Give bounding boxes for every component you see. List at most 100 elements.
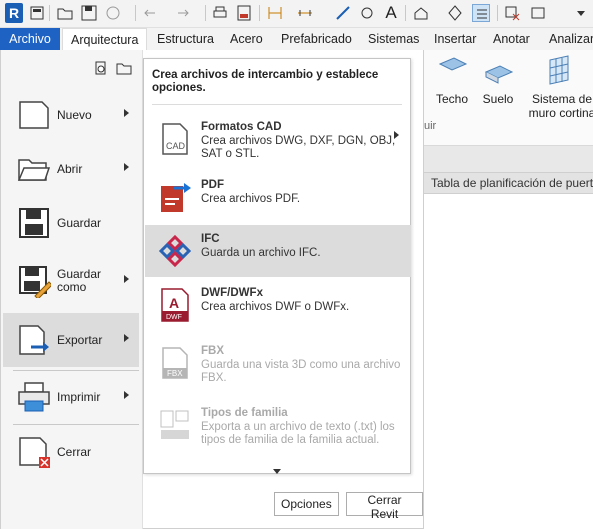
submenu-item-desc: Guarda una vista 3D como una archivo FBX… — [201, 359, 401, 384]
recent-documents-icon[interactable] — [93, 60, 109, 76]
close-hidden-icon[interactable] — [503, 4, 521, 22]
chevron-right-icon — [124, 391, 129, 399]
menu-item-nuevo[interactable]: Nuevo — [3, 88, 139, 142]
svg-text:CAD: CAD — [166, 141, 186, 151]
submenu-item-desc: Exporta a un archivo de texto (.txt) los… — [201, 421, 395, 446]
menu-label: Exportar — [57, 332, 103, 347]
svg-text:FBX: FBX — [167, 369, 183, 378]
submenu-item-title: PDF — [201, 179, 224, 191]
measure-icon[interactable] — [266, 4, 284, 22]
submenu-item-title: DWF/DWFx — [201, 287, 263, 299]
menu-label: Cerrar — [57, 444, 92, 459]
3d-view-icon[interactable] — [412, 4, 430, 22]
dimension-icon[interactable] — [296, 4, 314, 22]
tab-analizar[interactable]: Analizar — [549, 28, 593, 50]
align-icon[interactable] — [334, 4, 352, 22]
submenu-divider — [152, 104, 402, 105]
submenu-item-dwf[interactable]: A DWF DWF/DWFx Crea archivos DWF o DWFx. — [145, 279, 411, 331]
pdf-icon — [158, 180, 192, 214]
submenu-item-title: FBX — [201, 345, 224, 357]
svg-text:DWF: DWF — [166, 314, 182, 321]
menu-label: Nuevo — [57, 107, 92, 122]
schedule-view-tab[interactable]: Tabla de planificación de puertas — [424, 172, 593, 194]
cad-icon: CAD — [158, 122, 192, 156]
section-icon[interactable] — [446, 4, 464, 22]
undo-icon[interactable] — [141, 4, 159, 22]
tab-arquitectura[interactable]: Arquitectura — [62, 28, 148, 50]
ifc-icon — [158, 234, 192, 268]
submenu-item-fbx[interactable]: FBX FBX Guarda una vista 3D como una arc… — [145, 337, 411, 389]
submenu-item-title: Formatos CAD — [201, 121, 282, 133]
submenu-item-desc: Crea archivos PDF. — [201, 193, 301, 205]
open-icon[interactable] — [56, 4, 74, 22]
menu-item-guardar-como[interactable]: Guardar como — [3, 254, 139, 308]
view-area-strip — [424, 146, 593, 172]
floor-button[interactable]: Suelo — [480, 54, 516, 106]
ribbon-panel-label: uir — [424, 120, 437, 132]
revit-logo[interactable]: R — [5, 3, 23, 23]
ceiling-icon — [436, 54, 468, 86]
menu-label: Guardar como — [57, 254, 101, 308]
app-menu-left-pane: Nuevo Abrir Guardar Guardar como Exportar… — [1, 50, 143, 529]
export-icon — [17, 323, 51, 357]
chevron-right-icon — [124, 334, 129, 342]
menu-item-cerrar[interactable]: Cerrar — [3, 425, 139, 479]
submenu-item-family-types[interactable]: Tipos de familia Exporta a un archivo de… — [145, 399, 411, 451]
redo-icon[interactable] — [174, 4, 192, 22]
application-menu: Nuevo Abrir Guardar Guardar como Exportar… — [0, 50, 424, 529]
submenu-item-cad-formats[interactable]: CAD Formatos CAD Crea archivos DWG, DXF,… — [145, 113, 411, 165]
menu-item-guardar[interactable]: Guardar — [3, 196, 139, 250]
ribbon-panel: Techo Suelo Sistema de muro cortina — [424, 50, 593, 146]
scroll-down-icon[interactable] — [273, 469, 281, 474]
tab-acero[interactable]: Acero — [230, 28, 263, 50]
chevron-right-icon — [124, 109, 129, 117]
curtain-system-label-2: muro cortina — [528, 106, 593, 120]
dwf-icon: A DWF — [158, 288, 192, 322]
submenu-item-desc: Guarda un archivo IFC. — [201, 247, 321, 259]
tab-anotar[interactable]: Anotar — [493, 28, 530, 50]
printer-icon — [17, 380, 51, 414]
menu-label: Guardar — [57, 215, 102, 230]
family-types-icon — [158, 408, 192, 442]
curtain-system-icon — [546, 54, 578, 86]
tab-archivo[interactable]: Archivo — [0, 28, 60, 50]
submenu-item-ifc[interactable]: IFC Guarda un archivo IFC. — [145, 225, 411, 277]
quick-access-toolbar: R A — [0, 0, 593, 28]
ceiling-button[interactable]: Techo — [434, 54, 470, 106]
submenu-item-title: IFC — [201, 233, 220, 245]
close-revit-button[interactable]: Cerrar Revit — [346, 492, 423, 521]
save-as-icon — [17, 264, 53, 300]
menu-label: Abrir — [57, 161, 83, 176]
close-file-icon — [17, 435, 51, 469]
submenu-item-title: Tipos de familia — [201, 407, 288, 419]
chevron-right-icon — [394, 131, 399, 139]
ribbon-tabs: Archivo Arquitectura Estructura Acero Pr… — [0, 28, 593, 50]
chevron-right-icon — [124, 275, 129, 283]
tag-icon[interactable] — [358, 4, 376, 22]
thin-lines-icon[interactable] — [472, 4, 490, 22]
sync-icon[interactable] — [104, 4, 122, 22]
floor-label: Suelo — [482, 92, 514, 106]
print-icon[interactable] — [211, 4, 229, 22]
sheet-icon[interactable] — [235, 4, 253, 22]
curtain-system-button[interactable]: Sistema de muro cortina — [526, 54, 593, 120]
tab-estructura[interactable]: Estructura — [157, 28, 214, 50]
tab-sistemas[interactable]: Sistemas — [368, 28, 419, 50]
switch-windows-icon[interactable] — [530, 4, 548, 22]
chevron-right-icon — [124, 163, 129, 171]
tab-insertar[interactable]: Insertar — [434, 28, 476, 50]
open-folder-icon — [17, 152, 51, 186]
menu-item-abrir[interactable]: Abrir — [3, 142, 139, 196]
open-documents-icon[interactable] — [116, 60, 132, 76]
submenu-item-pdf[interactable]: PDF Crea archivos PDF. — [145, 171, 411, 223]
menu-item-exportar[interactable]: Exportar — [3, 313, 139, 367]
tab-prefabricado[interactable]: Prefabricado — [281, 28, 352, 50]
save-icon[interactable] — [80, 4, 98, 22]
menu-item-imprimir[interactable]: Imprimir — [3, 370, 139, 424]
options-button[interactable]: Opciones — [274, 492, 339, 516]
fbx-icon: FBX — [158, 346, 192, 380]
home-icon[interactable] — [28, 4, 46, 22]
text-icon[interactable]: A — [382, 4, 400, 22]
customize-icon[interactable] — [572, 4, 590, 22]
curtain-system-label-1: Sistema de — [531, 92, 593, 106]
